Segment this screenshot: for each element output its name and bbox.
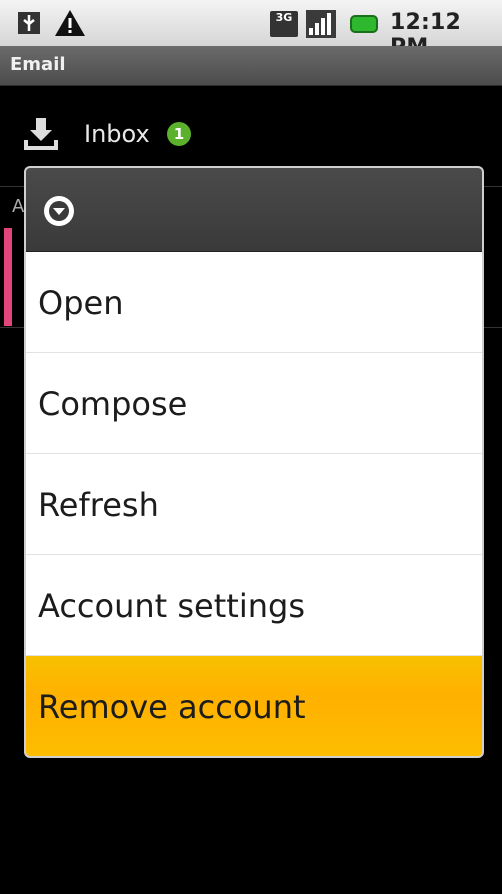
unread-count-badge: 1: [167, 122, 191, 146]
partial-account-label: A: [12, 196, 25, 217]
menu-item-label: Open: [38, 284, 124, 322]
menu-item-label: Remove account: [38, 688, 306, 726]
app-title-bar: Email: [0, 46, 502, 86]
menu-dropdown-icon: [44, 196, 74, 226]
battery-icon: [350, 15, 378, 33]
menu-item-open[interactable]: Open: [26, 252, 482, 353]
menu-item-label: Account settings: [38, 587, 305, 625]
context-menu-dialog: Open Compose Refresh Account settings Re…: [24, 166, 484, 758]
inbox-row: Inbox 1: [0, 100, 502, 172]
download-icon: [24, 118, 58, 150]
menu-item-remove-account[interactable]: Remove account: [26, 656, 482, 756]
status-bar: 3G 12:12 PM: [0, 0, 502, 60]
warning-icon: [55, 10, 85, 36]
inbox-label: Inbox: [84, 120, 150, 148]
account-color-strip: [4, 228, 12, 326]
menu-item-label: Compose: [38, 385, 188, 423]
menu-item-label: Refresh: [38, 486, 159, 524]
network-type-icon: 3G: [270, 11, 298, 37]
signal-icon: [306, 10, 336, 38]
dialog-header: [26, 168, 482, 252]
usb-icon: [18, 12, 40, 34]
menu-item-account-settings[interactable]: Account settings: [26, 555, 482, 656]
app-title: Email: [10, 54, 66, 75]
menu-item-compose[interactable]: Compose: [26, 353, 482, 454]
menu-item-refresh[interactable]: Refresh: [26, 454, 482, 555]
